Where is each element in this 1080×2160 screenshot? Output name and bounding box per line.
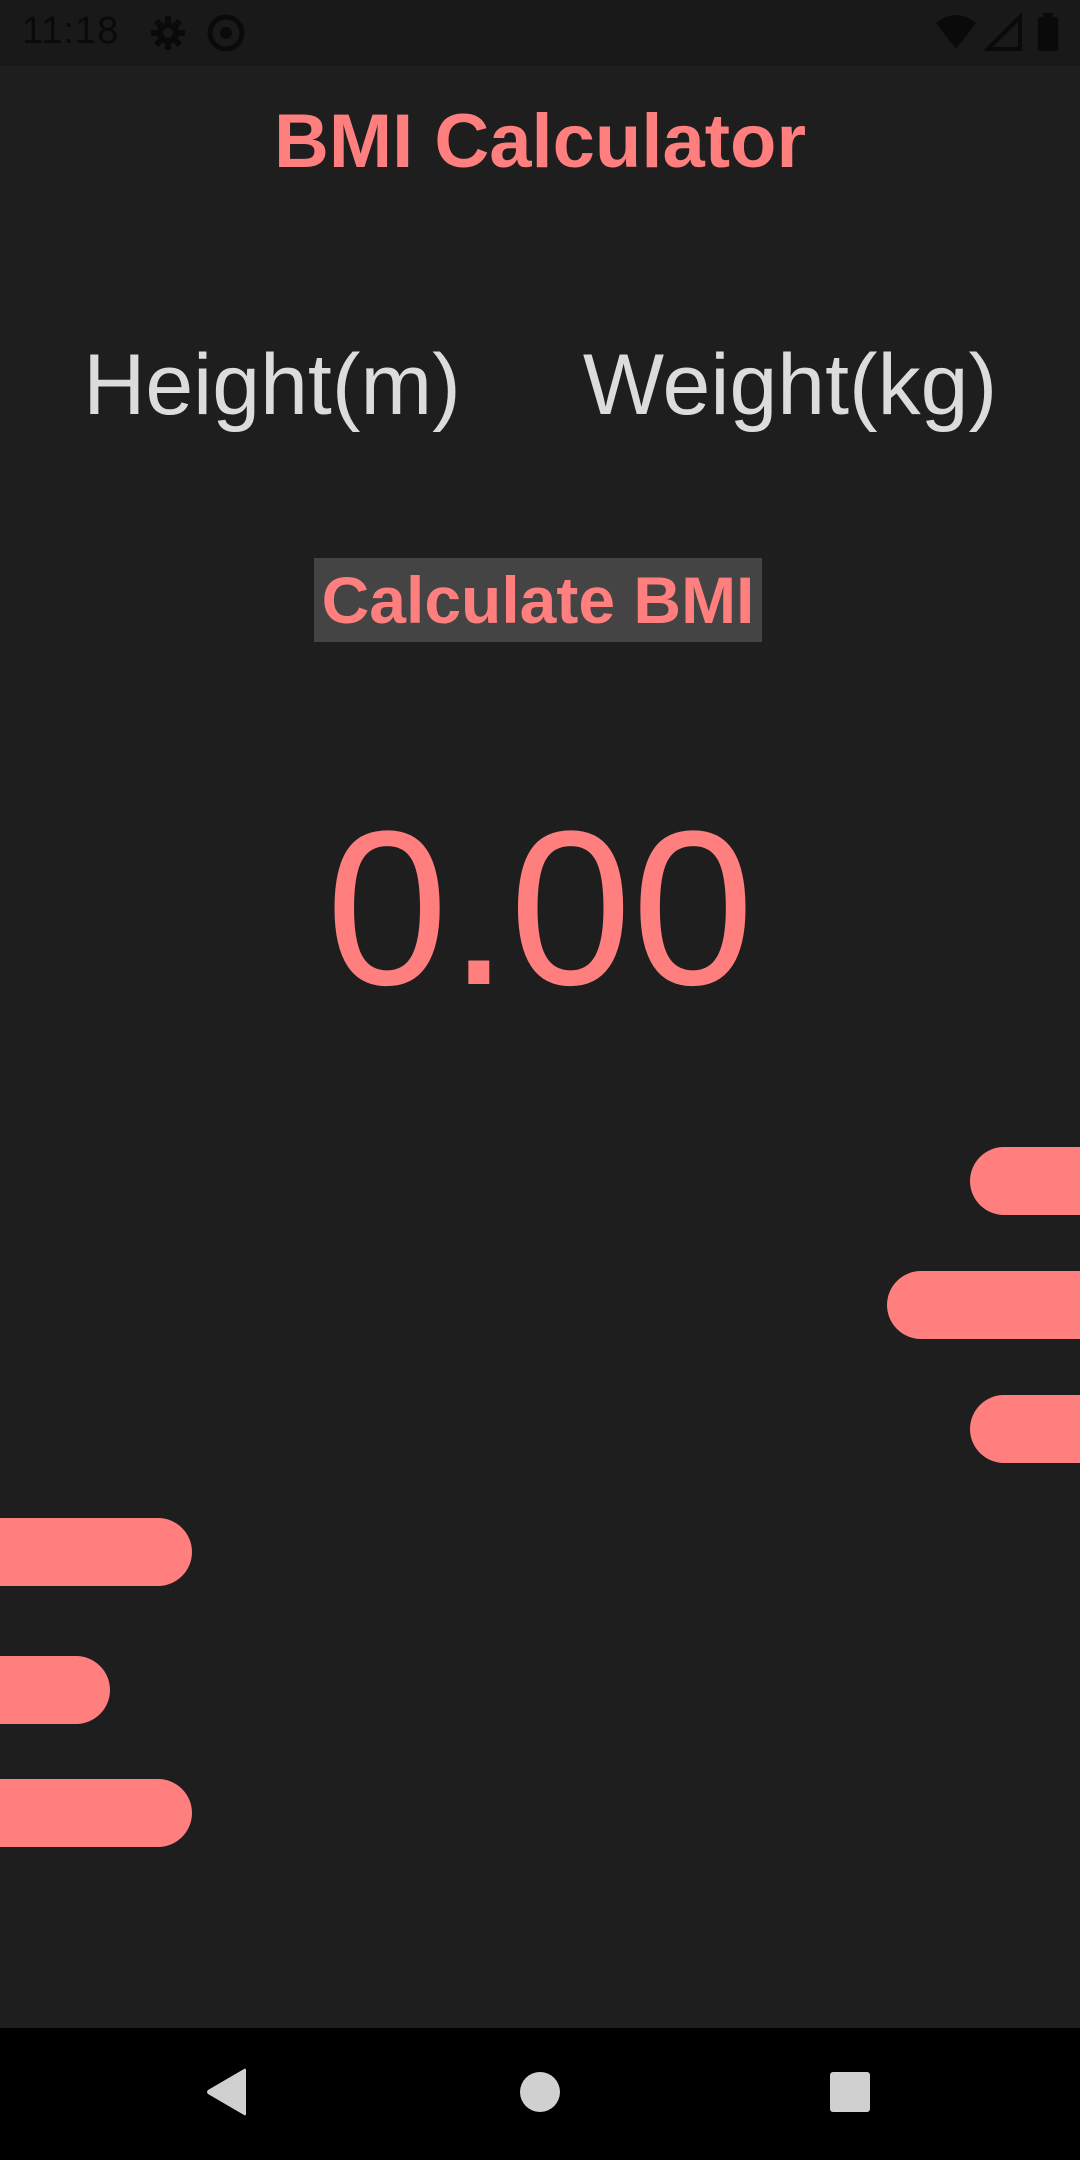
height-input[interactable] <box>62 330 482 440</box>
home-icon <box>518 2070 562 2119</box>
decorative-bar <box>0 1518 192 1586</box>
navigation-bar <box>0 2028 1080 2160</box>
recents-button[interactable] <box>810 2054 890 2134</box>
decorative-bar <box>970 1147 1080 1215</box>
wifi-icon <box>934 13 978 53</box>
decorative-bar <box>970 1395 1080 1463</box>
back-button[interactable] <box>186 2054 266 2134</box>
status-time: 11:18 <box>22 10 120 52</box>
calculate-bmi-button[interactable]: Calculate BMI <box>314 558 762 642</box>
app-title: BMI Calculator <box>273 99 807 184</box>
recents-icon <box>828 2070 872 2119</box>
bmi-result: 0.00 <box>325 785 755 1031</box>
decorative-bar <box>0 1656 110 1724</box>
data-saver-icon <box>206 13 246 53</box>
status-bar: 11:18 <box>0 0 1080 66</box>
battery-icon <box>1036 13 1060 53</box>
settings-icon <box>148 13 188 53</box>
decorative-bar <box>887 1271 1080 1339</box>
back-icon <box>202 2066 250 2123</box>
bmi-calculator-screen: 11:18 BMI Calculator Height(m) Weight(kg… <box>0 0 1080 2160</box>
signal-icon <box>983 12 1024 53</box>
home-button[interactable] <box>500 2054 580 2134</box>
decorative-bar <box>0 1779 192 1847</box>
weight-input[interactable] <box>580 330 1000 440</box>
